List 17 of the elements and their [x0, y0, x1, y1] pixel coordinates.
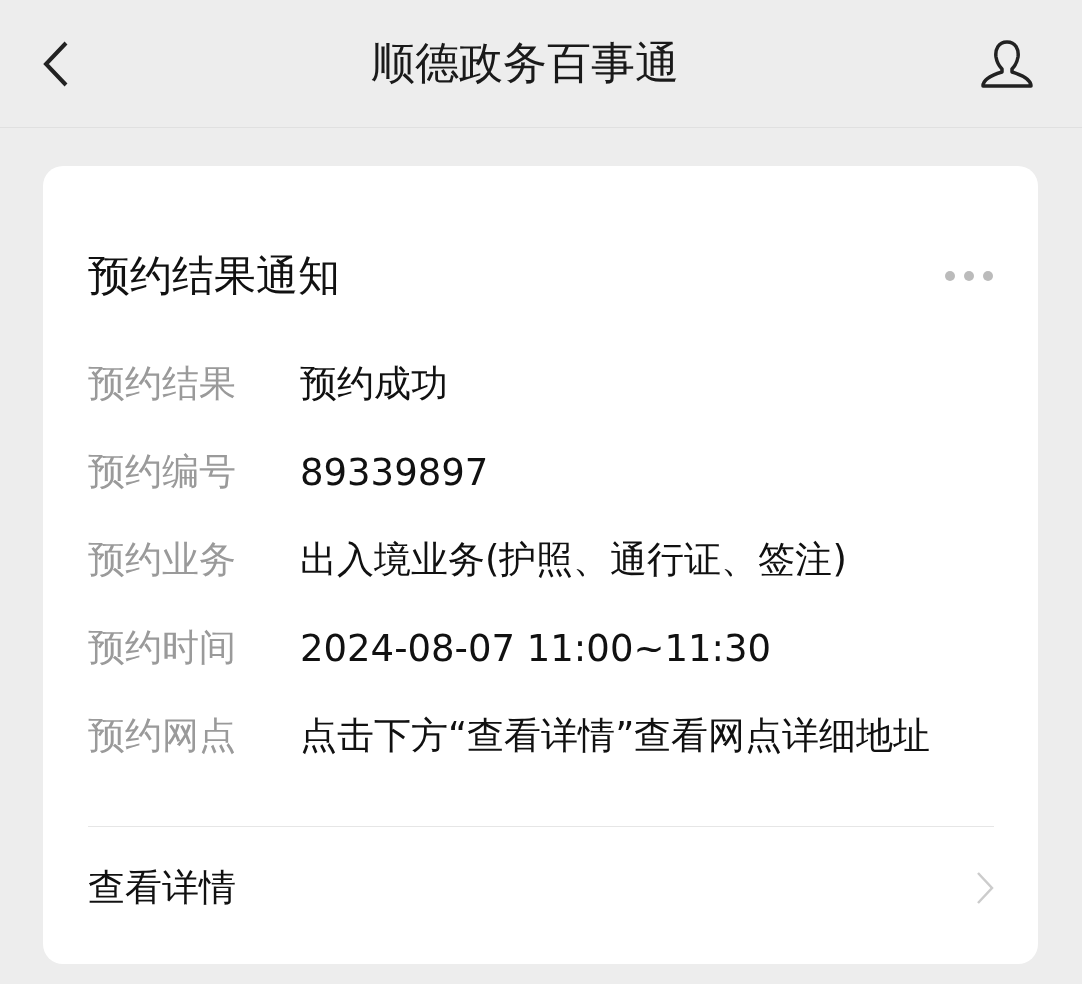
field-label: 预约业务	[88, 537, 237, 583]
field-label: 预约编号	[88, 449, 237, 495]
field-value: 2024-08-07 11:00~11:30	[300, 626, 772, 670]
field-value: 预约成功	[300, 361, 448, 407]
profile-button[interactable]	[980, 38, 1034, 89]
field-label: 预约结果	[88, 361, 237, 407]
field-value: 89339897	[300, 450, 489, 494]
view-details-link[interactable]: 查看详情	[88, 827, 994, 949]
field-label: 预约时间	[88, 625, 237, 671]
more-icon	[944, 270, 994, 282]
field-label: 预约网点	[88, 713, 237, 759]
chevron-right-icon	[976, 871, 994, 905]
person-icon	[980, 38, 1034, 89]
page-title: 顺德政务百事通	[371, 36, 679, 90]
card-title: 预约结果通知	[88, 250, 340, 302]
field-value: 出入境业务(护照、通行证、签注)	[300, 537, 847, 583]
field-value: 点击下方“查看详情”查看网点详细地址	[300, 713, 931, 759]
